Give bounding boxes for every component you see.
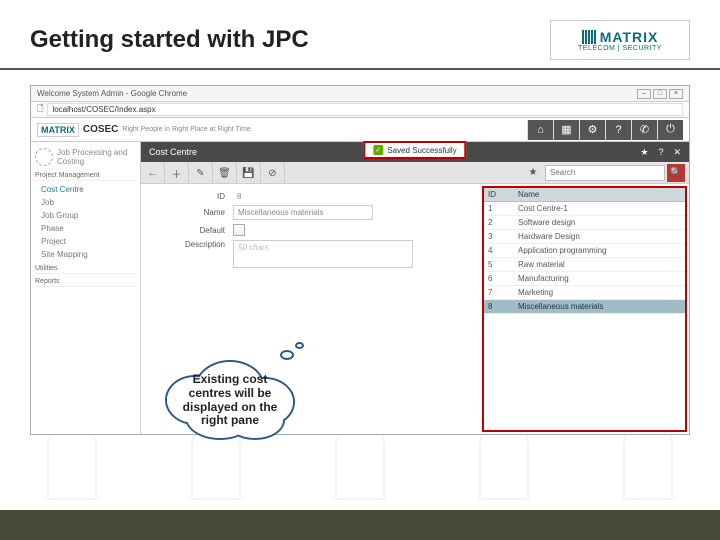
default-label: Default bbox=[153, 226, 233, 235]
page-title: Cost Centre bbox=[149, 147, 197, 157]
table-row[interactable]: 4Application programming bbox=[484, 244, 685, 258]
table-row[interactable]: 6Manufacturing bbox=[484, 272, 685, 286]
table-row[interactable]: 1Cost Centre-1 bbox=[484, 202, 685, 216]
apps-icon[interactable]: ▦ bbox=[553, 120, 579, 140]
brand-logo: MATRIX TELECOM | SECURITY bbox=[550, 20, 690, 60]
callout-tail bbox=[295, 342, 304, 349]
section-reports[interactable]: Reports bbox=[35, 278, 136, 287]
cancel-button[interactable]: ⊘ bbox=[261, 162, 285, 184]
app-logo: MATRIX bbox=[37, 123, 79, 137]
slide-title: Getting started with JPC bbox=[30, 26, 309, 54]
save-button[interactable]: 💾 bbox=[237, 162, 261, 184]
phone-icon[interactable]: ✆ bbox=[631, 120, 657, 140]
close-button[interactable]: × bbox=[669, 89, 683, 99]
sidebar-item-site-mapping[interactable]: Site Mapping bbox=[35, 248, 136, 261]
id-value: 8 bbox=[233, 190, 245, 203]
module-gear-icon bbox=[35, 148, 53, 166]
table-row[interactable]: 8Miscellaneous materials bbox=[484, 300, 685, 314]
edit-button[interactable]: ✎ bbox=[189, 162, 213, 184]
module-header: Job Processing and Costing bbox=[35, 148, 136, 166]
slide-footer bbox=[0, 510, 720, 540]
minimize-button[interactable]: – bbox=[637, 89, 651, 99]
col-name[interactable]: Name bbox=[514, 188, 685, 202]
url-field[interactable]: localhost/COSEC/Index.aspx bbox=[47, 103, 683, 116]
list-pane: ID Name 1Cost Centre-1 2Software design … bbox=[482, 186, 687, 432]
table-row[interactable]: 3Hardware Design bbox=[484, 230, 685, 244]
toast-text: Saved Successfully bbox=[387, 146, 456, 155]
table-row[interactable]: 2Software design bbox=[484, 216, 685, 230]
section-utilities[interactable]: Utilities bbox=[35, 265, 136, 274]
description-input[interactable]: 50 chars bbox=[233, 240, 413, 268]
home-icon[interactable]: ⌂ bbox=[527, 120, 553, 140]
product-tagline: Right People in Right Place at Right Tim… bbox=[122, 126, 250, 133]
back-button[interactable]: ← bbox=[141, 162, 165, 184]
power-icon[interactable]: ⏻ bbox=[657, 120, 683, 140]
browser-tab-title: Welcome System Admin - Google Chrome bbox=[37, 89, 187, 98]
top-nav: ⌂ ▦ ⚙ ? ✆ ⏻ bbox=[527, 120, 683, 140]
delete-button[interactable]: 🗑 bbox=[213, 162, 237, 184]
brand-bars-icon bbox=[582, 30, 596, 44]
search-button[interactable]: 🔍 bbox=[667, 164, 685, 182]
toolbar: ← ＋ ✎ 🗑 💾 ⊘ ★ 🔍 bbox=[141, 162, 689, 184]
browser-window: Welcome System Admin - Google Chrome – □… bbox=[30, 85, 690, 435]
sidebar-item-job-group[interactable]: Job Group bbox=[35, 209, 136, 222]
help-icon[interactable]: ? bbox=[605, 120, 631, 140]
page-icon: 🗋 bbox=[37, 103, 43, 117]
search-input[interactable] bbox=[545, 165, 665, 181]
cloud-callout: Existing cost centres will be displayed … bbox=[155, 355, 305, 445]
crumb-help-icon[interactable]: ? bbox=[658, 147, 663, 158]
brand-subtitle: TELECOM | SECURITY bbox=[578, 45, 662, 52]
id-label: ID bbox=[153, 192, 233, 201]
favorite-icon[interactable]: ★ bbox=[640, 147, 648, 158]
module-title: Job Processing and Costing bbox=[57, 148, 136, 166]
add-button[interactable]: ＋ bbox=[165, 162, 189, 184]
brand-name: MATRIX bbox=[600, 29, 659, 45]
sidebar-item-phase[interactable]: Phase bbox=[35, 222, 136, 235]
app-header: MATRIX COSEC Right People in Right Place… bbox=[31, 118, 689, 142]
sidebar-item-cost-centre[interactable]: Cost Centre bbox=[35, 183, 136, 196]
cost-centre-table: ID Name 1Cost Centre-1 2Software design … bbox=[484, 188, 685, 314]
saved-toast: ✓ Saved Successfully bbox=[363, 141, 466, 159]
maximize-button[interactable]: □ bbox=[653, 89, 667, 99]
callout-text: Existing cost centres will be displayed … bbox=[155, 373, 305, 428]
product-name: COSEC bbox=[83, 124, 119, 135]
crumb-close-icon[interactable]: ✕ bbox=[673, 147, 681, 158]
sidebar-item-job[interactable]: Job bbox=[35, 196, 136, 209]
sidebar-item-project[interactable]: Project bbox=[35, 235, 136, 248]
section-project-mgmt: Project Management bbox=[35, 172, 136, 181]
address-bar: 🗋 localhost/COSEC/Index.aspx bbox=[31, 102, 689, 118]
table-row[interactable]: 5Raw material bbox=[484, 258, 685, 272]
col-id[interactable]: ID bbox=[484, 188, 514, 202]
star-icon[interactable]: ★ bbox=[521, 167, 545, 178]
left-sidebar: Job Processing and Costing Project Manag… bbox=[31, 142, 141, 434]
table-row[interactable]: 7Marketing bbox=[484, 286, 685, 300]
breadcrumb-bar: Cost Centre ✓ Saved Successfully ★ ? ✕ bbox=[141, 142, 689, 162]
description-label: Description bbox=[153, 240, 233, 249]
default-checkbox[interactable] bbox=[233, 224, 245, 236]
settings-icon[interactable]: ⚙ bbox=[579, 120, 605, 140]
success-icon: ✓ bbox=[373, 145, 383, 155]
name-input[interactable]: Miscellaneous materials bbox=[233, 205, 373, 220]
name-label: Name bbox=[153, 208, 233, 217]
browser-titlebar: Welcome System Admin - Google Chrome – □… bbox=[31, 86, 689, 102]
